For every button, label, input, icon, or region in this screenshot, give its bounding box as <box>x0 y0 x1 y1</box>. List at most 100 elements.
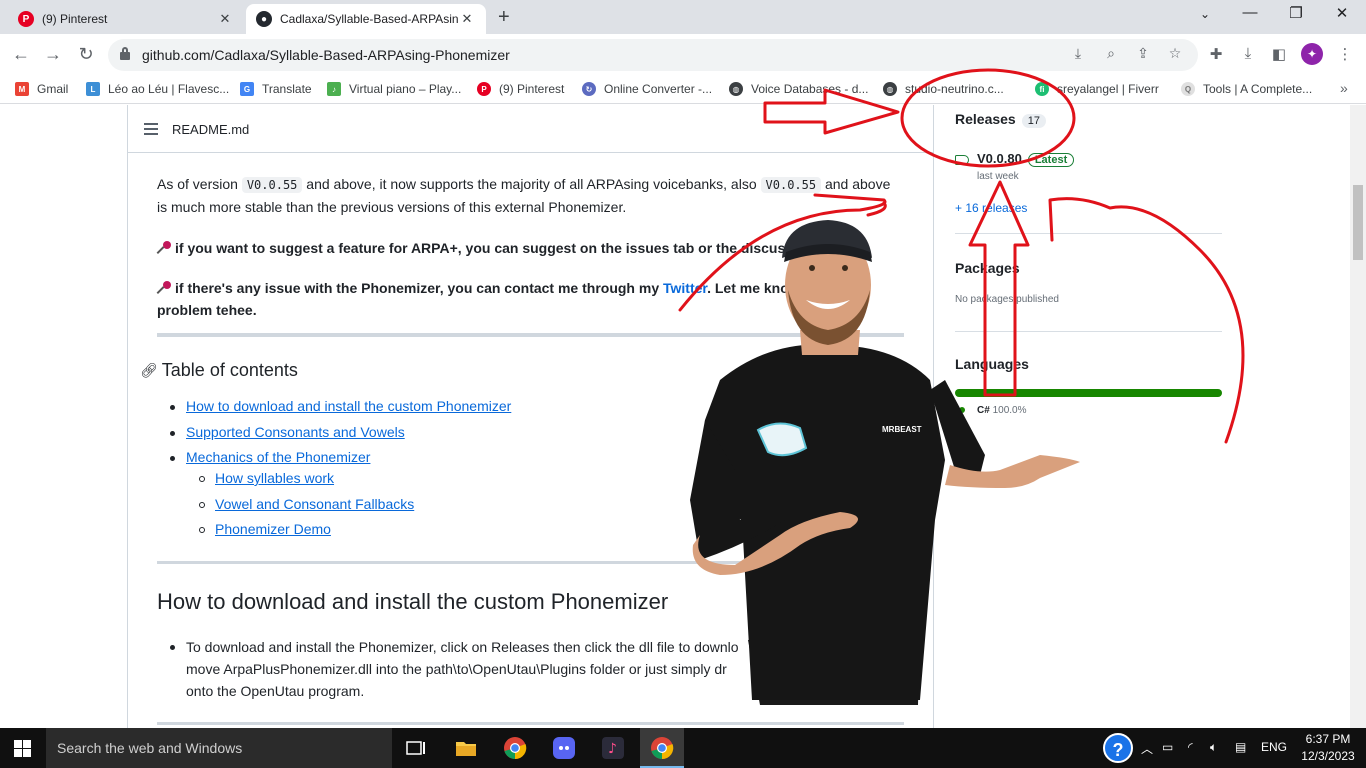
toc-item[interactable]: Supported Consonants and Vowels <box>186 424 405 440</box>
url-text[interactable]: github.com/Cadlaxa/Syllable-Based-ARPAsi… <box>142 47 510 63</box>
volume-icon[interactable]: 🔈︎ <box>1210 740 1217 755</box>
close-window-button[interactable]: ✕ <box>1322 4 1362 22</box>
gmail-icon: M <box>15 82 29 96</box>
releases-heading[interactable]: Releases 17 <box>955 111 1222 128</box>
more-releases-link[interactable]: + 16 releases <box>955 201 1027 215</box>
search-site-icon: Q <box>1181 82 1195 96</box>
bookmark-label: Tools | A Complete... <box>1203 82 1313 96</box>
profile-avatar[interactable]: ✦ <box>1301 43 1323 65</box>
toc-subitem[interactable]: How syllables work <box>215 470 334 486</box>
battery-icon[interactable]: ▭ <box>1162 740 1173 754</box>
releases-section: Releases 17 V0.0.80 Latest last week + 16 … <box>955 111 1222 215</box>
tab-search-icon[interactable]: ⌄ <box>1185 7 1225 21</box>
bookmark-label: Translate <box>262 82 312 96</box>
divider <box>955 233 1222 234</box>
outline-list-icon[interactable] <box>144 123 158 135</box>
latest-release[interactable]: V0.0.80 Latest <box>977 151 1075 167</box>
toc-subitem[interactable]: Phonemizer Demo <box>215 521 331 537</box>
close-tab-icon[interactable]: ✕ <box>216 11 234 27</box>
chrome-icon[interactable] <box>503 736 527 760</box>
bookmark-fiverr[interactable]: fi sreyalangel | Fiverr <box>1035 82 1159 96</box>
tag-icon <box>955 155 969 165</box>
latest-badge: Latest <box>1027 153 1075 167</box>
bookmark-translate[interactable]: G Translate <box>240 82 312 96</box>
bookmark-label: Virtual piano – Play... <box>349 82 462 96</box>
bookmark-studio-neutrino[interactable]: ◍ studio-neutrino.c... <box>883 82 1004 96</box>
bullet <box>199 502 205 508</box>
bookmark-online-converter[interactable]: ↻ Online Converter -... <box>582 82 712 96</box>
bookmark-gmail[interactable]: M Gmail <box>15 82 68 96</box>
translate-icon: G <box>240 82 254 96</box>
notifications-icon[interactable]: ▤ <box>1235 740 1246 754</box>
downloads-icon[interactable]: ⤓ <box>1237 45 1259 62</box>
bookmark-label: sreyalangel | Fiverr <box>1057 82 1159 96</box>
scrollbar-thumb[interactable] <box>1353 185 1363 260</box>
menu-icon[interactable]: ⋮ <box>1334 45 1356 63</box>
tab-github[interactable]: ● Cadlaxa/Syllable-Based-ARPAsin ✕ <box>246 4 486 34</box>
divider <box>955 331 1222 332</box>
bookmark-label: Gmail <box>37 82 69 96</box>
bookmark-label: (9) Pinterest <box>499 82 565 96</box>
page-scrollbar[interactable] <box>1350 105 1366 728</box>
input-language[interactable]: ENG <box>1261 740 1287 754</box>
extensions-icon[interactable]: ✚ <box>1205 45 1227 63</box>
languages-section: Languages <box>955 356 1222 372</box>
help-icon[interactable]: ? <box>1103 733 1133 763</box>
bookmark-voice-databases[interactable]: ◍ Voice Databases - d... <box>729 82 868 96</box>
discord-icon[interactable] <box>552 736 576 760</box>
zoom-icon[interactable]: ⌕ <box>1101 45 1121 62</box>
bookmark-label: Online Converter -... <box>604 82 713 96</box>
packages-text: No packages published <box>955 294 1059 305</box>
install-app-icon[interactable]: ⤓ <box>1068 45 1088 62</box>
toc-item[interactable]: Mechanics of the Phonemizer <box>186 449 370 465</box>
bullet <box>170 431 175 436</box>
file-explorer-icon[interactable] <box>454 736 478 760</box>
back-button[interactable]: ← <box>10 44 32 65</box>
close-tab-icon[interactable]: ✕ <box>458 11 476 27</box>
link-icon[interactable]: 🔗︎ <box>140 362 158 379</box>
tab-title: Cadlaxa/Syllable-Based-ARPAsin <box>280 12 458 26</box>
bookmark-flavesc[interactable]: L Léo ao Léu | Flavesc... <box>86 82 229 96</box>
share-icon[interactable]: ⇪ <box>1133 45 1153 62</box>
version-paragraph: As of version V0.0.55 and above, it now … <box>157 176 891 215</box>
bookmark-label: Voice Databases - d... <box>751 82 869 96</box>
install-paragraph: To download and install the Phonemizer, … <box>186 639 739 699</box>
chrome-icon[interactable] <box>650 736 674 760</box>
tab-pinterest[interactable]: P (9) Pinterest ✕ <box>8 4 244 34</box>
task-view-icon[interactable] <box>404 736 428 760</box>
windows-start-icon[interactable] <box>14 740 31 757</box>
languages-heading: Languages <box>955 356 1029 372</box>
clock-time: 6:37 PM <box>1305 732 1351 746</box>
music-app-icon[interactable]: ♪ <box>601 736 625 760</box>
taskbar-search-box[interactable]: Search the web and Windows <box>46 728 392 768</box>
lock-icon[interactable] <box>120 47 130 60</box>
side-panel-icon[interactable]: ◧ <box>1268 45 1290 63</box>
language-dot-icon <box>959 407 965 413</box>
reload-button[interactable]: ↻ <box>75 44 97 65</box>
bookmark-tools[interactable]: Q Tools | A Complete... <box>1181 82 1312 96</box>
bullet <box>199 527 205 533</box>
divider <box>157 561 904 564</box>
minimize-button[interactable]: — <box>1230 4 1270 21</box>
wifi-icon[interactable]: ◜ <box>1188 740 1193 754</box>
twitter-link[interactable]: Twitter <box>663 280 707 296</box>
bookmark-star-icon[interactable]: ☆ <box>1165 45 1185 62</box>
show-hidden-icons[interactable]: ︿ <box>1141 740 1153 757</box>
forward-button[interactable]: → <box>42 44 64 65</box>
divider <box>157 722 904 725</box>
toc-subitem[interactable]: Vowel and Consonant Fallbacks <box>215 496 414 512</box>
bookmarks-overflow-icon[interactable]: » <box>1340 80 1348 96</box>
clock-date: 12/3/2023 <box>1301 749 1355 763</box>
system-clock[interactable]: 6:37 PM 12/3/2023 <box>1296 731 1360 765</box>
new-tab-button[interactable]: + <box>498 6 510 29</box>
globe-icon: ◍ <box>729 82 743 96</box>
address-bar[interactable]: github.com/Cadlaxa/Syllable-Based-ARPAsi… <box>108 39 1198 71</box>
restore-button[interactable]: ❐ <box>1276 4 1316 22</box>
toc-item[interactable]: How to download and install the custom P… <box>186 398 511 414</box>
bullet <box>170 645 175 650</box>
packages-heading[interactable]: Packages <box>955 260 1222 276</box>
language-item[interactable]: C# 100.0% <box>977 405 1027 416</box>
bookmark-virtual-piano[interactable]: ♪ Virtual piano – Play... <box>327 82 461 96</box>
bookmark-pinterest[interactable]: P (9) Pinterest <box>477 82 564 96</box>
readme-filename[interactable]: README.md <box>172 122 249 137</box>
